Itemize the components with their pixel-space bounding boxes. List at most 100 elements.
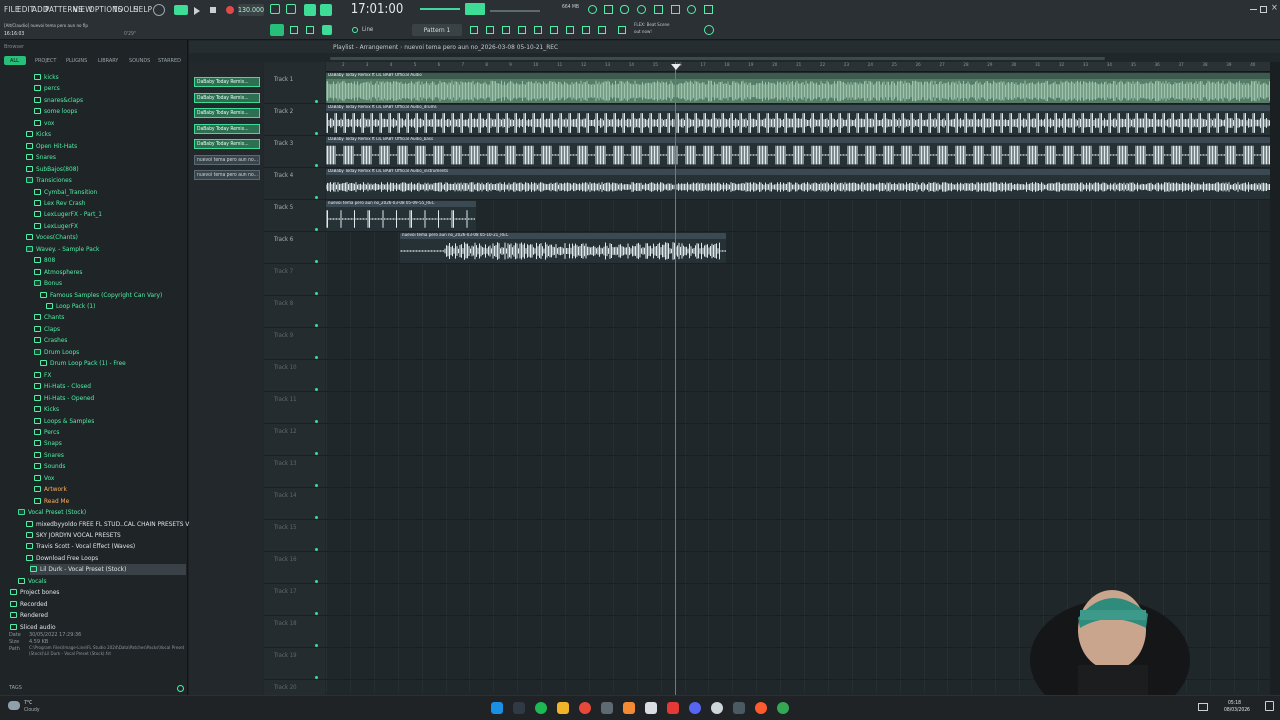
- song-time-display[interactable]: 17:01:00: [337, 2, 417, 18]
- browser-tree-item[interactable]: SKY JORDYN VOCAL PRESETS: [26, 530, 186, 541]
- plugin-picker-icon[interactable]: [534, 26, 542, 34]
- clip-label[interactable]: nuevoi tema pero aun no_2026-03-08 05-09…: [326, 201, 476, 207]
- youtube-icon[interactable]: [667, 702, 679, 714]
- pattern-item[interactable]: DaBaby Today Remix...: [194, 108, 260, 118]
- track-led[interactable]: [315, 196, 318, 199]
- browser-tree-item[interactable]: 808: [34, 255, 186, 266]
- cart-icon[interactable]: [618, 26, 626, 34]
- browser-tree-item[interactable]: Vox: [34, 473, 186, 484]
- track-name[interactable]: Track 14: [274, 492, 297, 499]
- audio-clip[interactable]: DaBaby Today Remix ft LIL BABY Official …: [326, 137, 1270, 167]
- browser-tree-item[interactable]: percs: [34, 83, 186, 94]
- metronome-icon[interactable]: [270, 4, 280, 14]
- countdown-icon[interactable]: [304, 4, 316, 16]
- tab-starred[interactable]: STARRED: [158, 58, 181, 64]
- tab-project[interactable]: PROJECT: [35, 58, 56, 64]
- browser-tree-item[interactable]: Hi-Hats - Closed: [34, 381, 186, 392]
- track-led[interactable]: [315, 452, 318, 455]
- arrangement-name[interactable]: nuevoi tema pero aun no_2026-03-08 05-10…: [404, 43, 558, 51]
- notification-icon[interactable]: [1265, 701, 1274, 711]
- pattern-selector[interactable]: Pattern 1: [412, 24, 462, 36]
- browser-tree-item[interactable]: Kicks: [34, 404, 186, 415]
- browser-tree-item[interactable]: Loops & Samples: [34, 416, 186, 427]
- horizontal-scrollbar[interactable]: [330, 57, 1105, 60]
- track-row[interactable]: [264, 488, 1276, 520]
- track-led[interactable]: [315, 292, 318, 295]
- browser-tree-item[interactable]: Lex Rev Crash: [34, 198, 186, 209]
- minimize-icon[interactable]: [1250, 9, 1257, 10]
- track-row[interactable]: [264, 328, 1276, 360]
- browser-tree-item[interactable]: Kicks: [26, 129, 186, 140]
- browser-tree-item[interactable]: Lil Durk - Vocal Preset (Stock): [30, 564, 186, 576]
- chrome-icon[interactable]: [579, 702, 591, 714]
- export-icon[interactable]: [598, 26, 606, 34]
- browser-tree-item[interactable]: Drum Loop Pack (1) - Free: [40, 358, 186, 369]
- browser-tree-item[interactable]: Claps: [34, 324, 186, 335]
- track-name[interactable]: Track 7: [274, 268, 293, 275]
- track-name[interactable]: Track 16: [274, 556, 297, 563]
- browser-tree-item[interactable]: some loops: [34, 106, 186, 117]
- refresh-icon[interactable]: [588, 5, 597, 14]
- track-name[interactable]: Track 15: [274, 524, 297, 531]
- record-icon[interactable]: [226, 6, 234, 14]
- track-row[interactable]: [264, 520, 1276, 552]
- track-led[interactable]: [315, 516, 318, 519]
- track-name[interactable]: Track 8: [274, 300, 293, 307]
- browser-tree-item[interactable]: Bonus: [34, 278, 186, 289]
- browser-tree-item[interactable]: Recorded: [10, 599, 186, 610]
- audio-clip[interactable]: DaBaby Today Remix ft LIL BABY Official …: [326, 169, 1270, 199]
- weather-temp[interactable]: 7°C: [24, 700, 32, 706]
- track-led[interactable]: [315, 612, 318, 615]
- piano-icon[interactable]: [671, 5, 680, 14]
- track-row[interactable]: [264, 360, 1276, 392]
- clip-label[interactable]: DaBaby Today Remix ft LIL BABY Official …: [326, 169, 1270, 175]
- browser-tree-item[interactable]: Drum Loops: [34, 347, 186, 358]
- pattern-item[interactable]: DaBaby Today Remix...: [194, 92, 260, 103]
- view-pianoroll-icon[interactable]: [306, 26, 314, 34]
- browser-tree-item[interactable]: Sounds: [34, 461, 186, 472]
- track-led[interactable]: [315, 324, 318, 327]
- track-name[interactable]: Track 11: [274, 396, 297, 403]
- browser-tree-item[interactable]: Open Hit-Hats: [26, 141, 186, 152]
- browser-tree-item[interactable]: LexLugerFX - Part_1: [34, 209, 186, 220]
- track-led[interactable]: [315, 260, 318, 263]
- touch-keyboard-icon[interactable]: [550, 26, 558, 34]
- snap-icon[interactable]: [270, 24, 284, 36]
- track-row[interactable]: [264, 424, 1276, 456]
- browser-tree-item[interactable]: Voces(Chants): [26, 232, 186, 243]
- browser-tree-item[interactable]: Sliced audio: [10, 622, 186, 633]
- pattern-item[interactable]: DaBaby Today Remix...: [194, 139, 260, 149]
- track-name[interactable]: Track 10: [274, 364, 297, 371]
- song-mode-icon[interactable]: [153, 4, 165, 16]
- browser-tree-item[interactable]: Read Me: [34, 496, 186, 507]
- browser-tree-item[interactable]: Chants: [34, 312, 186, 323]
- news-line2[interactable]: out now!: [634, 30, 652, 35]
- audio-editor-icon[interactable]: [566, 26, 574, 34]
- piano-roll-icon[interactable]: [502, 26, 510, 34]
- magnet-icon[interactable]: [352, 27, 358, 33]
- browser-tree-item[interactable]: Loop Pack (1): [46, 301, 186, 312]
- browser-tree-item[interactable]: Crashes: [34, 335, 186, 346]
- track-led[interactable]: [315, 548, 318, 551]
- stop-icon[interactable]: [210, 7, 216, 13]
- notes-icon[interactable]: [645, 702, 657, 714]
- tempo-display[interactable]: 130.000: [238, 4, 264, 16]
- track-led[interactable]: [315, 356, 318, 359]
- maximize-icon[interactable]: [1260, 6, 1267, 13]
- track-name[interactable]: Track 5: [274, 204, 293, 211]
- view-playlist-icon[interactable]: [290, 26, 298, 34]
- browser-tree-item[interactable]: Travis Scott - Vocal Effect (Waves): [26, 541, 186, 552]
- track-name[interactable]: Track 19: [274, 652, 297, 659]
- pattern-song-toggle[interactable]: [174, 5, 188, 15]
- fl-studio-icon[interactable]: [623, 702, 635, 714]
- menu-help[interactable]: HELP: [133, 5, 152, 14]
- track-name[interactable]: Track 12: [274, 428, 297, 435]
- play-icon[interactable]: [194, 7, 200, 15]
- audio-clip[interactable]: DaBaby Today Remix ft LIL BABY Official …: [326, 105, 1270, 135]
- network-icon[interactable]: [1198, 703, 1208, 711]
- browser-tree-item[interactable]: Snaps: [34, 438, 186, 449]
- playhead[interactable]: [675, 62, 676, 695]
- browser-alt-icon[interactable]: [755, 702, 767, 714]
- browser-tree-item[interactable]: Vocal Preset (Stock): [18, 507, 186, 518]
- project-picker-icon[interactable]: [582, 26, 590, 34]
